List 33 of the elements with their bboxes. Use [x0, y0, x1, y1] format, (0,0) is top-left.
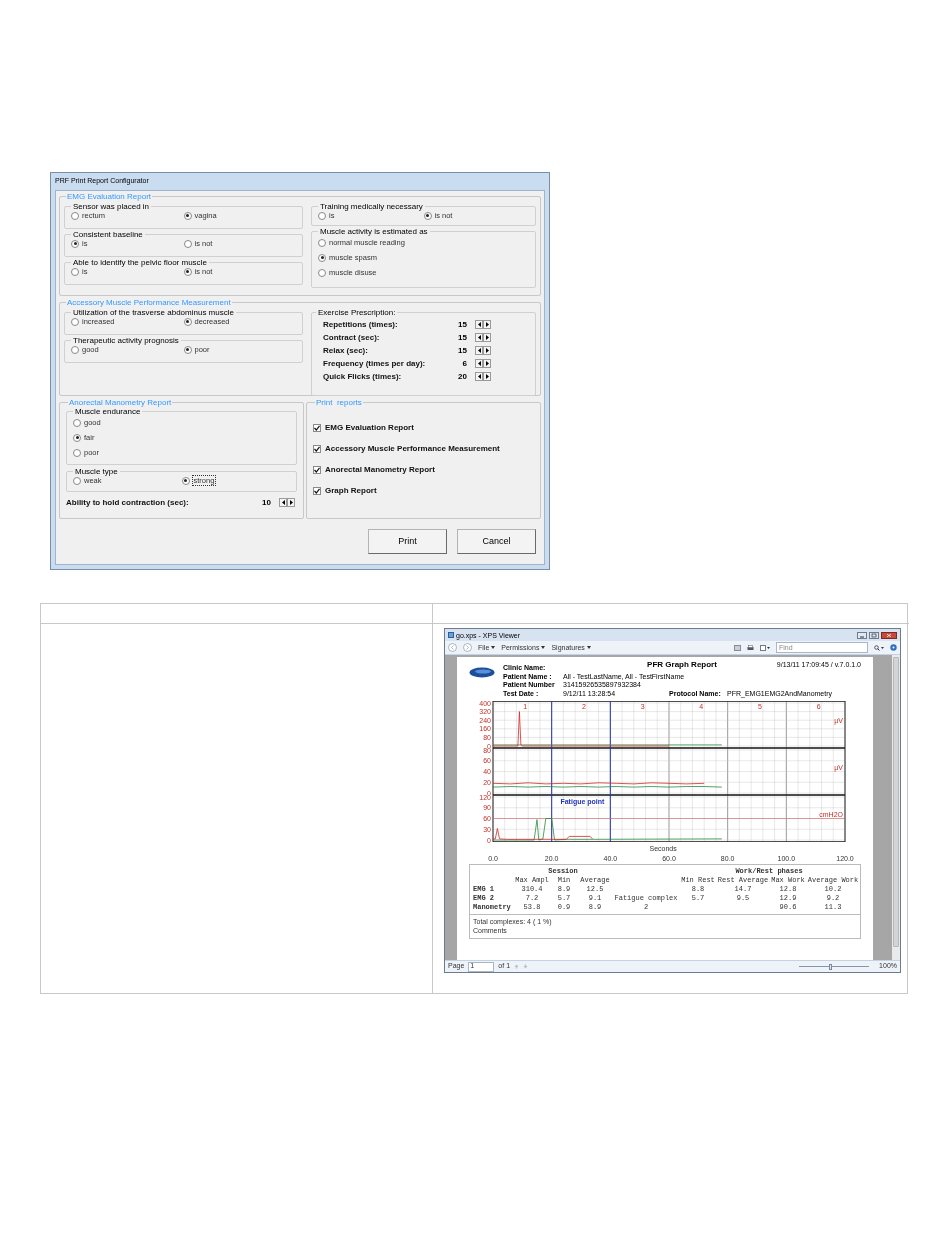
dialog-button[interactable]: Cancel [457, 529, 536, 554]
spin-value: 20 [457, 372, 467, 381]
spin-value: 6 [461, 359, 467, 368]
group-title: Sensor was placed in [72, 202, 151, 211]
group-title: Muscle activity is estimated as [319, 227, 429, 236]
group-title: Utilization of the trasverse abdominus muscle [72, 308, 235, 317]
field-label: Quick Flicks (times): [323, 372, 402, 381]
group-title: Muscle endurance [74, 407, 142, 416]
field-label: Frequency (times per day): [323, 359, 426, 368]
field-label: Contract (sec): [323, 333, 380, 342]
field-label: Ability to hold contraction (sec): [66, 498, 189, 507]
checkbox-label[interactable]: Accessory Muscle Performance Measurement [325, 444, 500, 453]
section-title: Accessory Muscle Performance Measurement [66, 298, 232, 307]
spin-value: 15 [457, 333, 467, 342]
field-label: Repetitions (times): [323, 320, 398, 329]
section-title: Print reports [315, 398, 363, 407]
dialog-button[interactable]: Print [368, 529, 447, 554]
spin-value: 15 [457, 346, 467, 355]
report-title: PFR Graph Report [647, 661, 717, 670]
spin-value: 15 [457, 320, 467, 329]
group-title: Exercise Prescription: [317, 308, 397, 317]
section-title: EMG Evaluation Report [66, 192, 153, 201]
section-title: Anorectal Manometry Report [68, 398, 173, 407]
field-label: Relax (sec): [323, 346, 368, 355]
group-title: Able to identify the pelvic floor muscle [72, 258, 208, 267]
checkbox-label[interactable]: Graph Report [325, 486, 377, 495]
group-title: Training medically necessary [319, 202, 424, 211]
group-title: Therapeutic activity prognosis [72, 336, 180, 345]
spin-value: 10 [261, 498, 271, 507]
group-title: Muscle type [74, 467, 119, 476]
checkbox-label[interactable]: Anorectal Manometry Report [325, 465, 435, 474]
checkbox-label[interactable]: EMG Evaluation Report [325, 423, 414, 432]
group-title: Consistent baseline [72, 230, 144, 239]
